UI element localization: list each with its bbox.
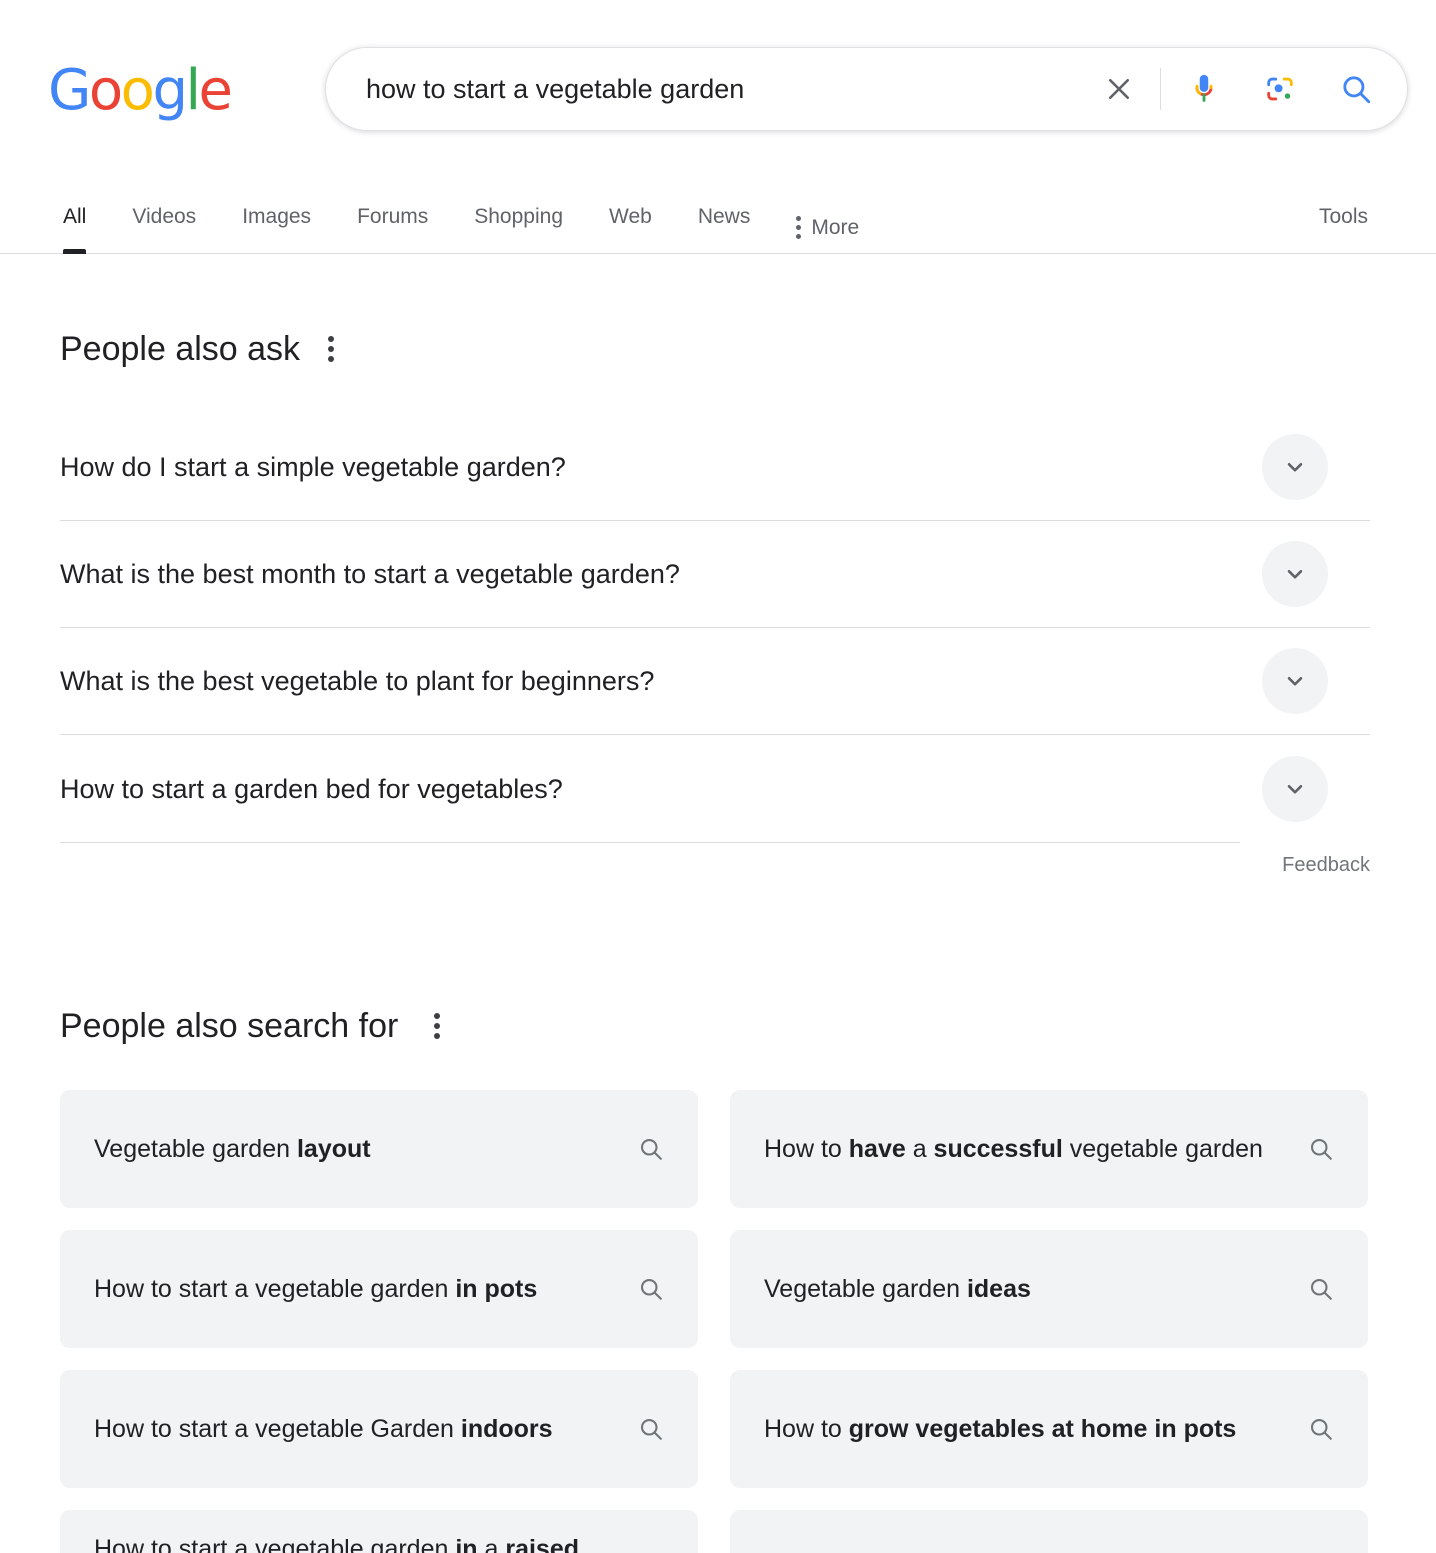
more-filters-label: More (811, 215, 860, 239)
main-content: People also ask How do I start a simple … (0, 328, 1436, 1553)
related-search-label: 3 types of vegetable gardening (764, 1550, 1304, 1553)
people-also-search-for-section: People also search for Vegetable garden … (60, 1005, 1436, 1553)
tab-videos[interactable]: Videos (109, 178, 219, 253)
related-search-chip[interactable]: How to start a vegetable Garden indoors (60, 1370, 698, 1488)
search-icon (1304, 1412, 1338, 1446)
more-vert-icon[interactable] (434, 1013, 441, 1039)
related-search-label: How to grow vegetables at home in pots (764, 1414, 1237, 1443)
tab-forums[interactable]: Forums (334, 178, 451, 253)
more-vert-icon[interactable] (328, 336, 335, 362)
people-also-ask-title: People also ask (60, 330, 301, 368)
tab-web[interactable]: Web (586, 178, 675, 253)
chevron-down-icon[interactable] (1262, 755, 1328, 822)
tools-button[interactable]: Tools (1319, 205, 1368, 229)
microphone-icon[interactable] (1179, 64, 1229, 114)
related-search-chip[interactable]: How to start a vegetable garden in pots (60, 1230, 698, 1348)
search-icon (634, 1272, 668, 1306)
related-search-label: How to have a successful vegetable garde… (764, 1134, 1263, 1163)
paa-question-row[interactable]: How do I start a simple vegetable garden… (60, 414, 1370, 521)
more-filters-button[interactable]: More (773, 178, 882, 253)
related-search-chip[interactable]: Vegetable garden ideas (730, 1230, 1368, 1348)
people-also-search-for-header: People also search for (60, 1005, 1436, 1047)
tab-all[interactable]: All (40, 178, 109, 254)
related-search-chip[interactable]: Vegetable garden layout (60, 1090, 698, 1208)
people-also-ask-header: People also ask (60, 328, 1370, 370)
search-input[interactable] (366, 72, 1096, 106)
search-tabs-nav: All Videos Images Forums Shopping Web Ne… (0, 178, 1436, 254)
google-lens-icon[interactable] (1255, 64, 1305, 114)
paa-question-text: How to start a garden bed for vegetables… (60, 773, 563, 804)
chevron-down-icon[interactable] (1262, 434, 1328, 500)
paa-question-row[interactable]: How to start a garden bed for vegetables… (60, 735, 1370, 842)
paa-question-text: How do I start a simple vegetable garden… (60, 452, 566, 482)
search-icon (1304, 1132, 1338, 1166)
google-logo[interactable]: Google (48, 61, 233, 121)
related-search-chip[interactable]: How to start a vegetable garden in a rai… (60, 1510, 698, 1553)
related-search-chip[interactable]: How to have a successful vegetable garde… (730, 1090, 1368, 1208)
related-search-label: How to start a vegetable garden in pots (94, 1274, 538, 1303)
paa-question-text: What is the best vegetable to plant for … (60, 666, 655, 696)
search-icon[interactable] (1331, 64, 1381, 114)
related-search-label: How to start a vegetable garden in a rai… (94, 1535, 580, 1553)
paa-question-row[interactable]: What is the best month to start a vegeta… (60, 521, 1370, 628)
chevron-down-icon[interactable] (1262, 648, 1328, 714)
search-icon (1304, 1272, 1338, 1306)
page-header: Google (0, 0, 1436, 178)
paa-question-text: What is the best month to start a vegeta… (60, 559, 680, 589)
divider (60, 842, 1240, 843)
related-search-chip[interactable]: How to grow vegetables at home in pots (730, 1370, 1368, 1488)
people-also-ask-section: People also ask How do I start a simple … (60, 328, 1370, 888)
tab-news[interactable]: News (675, 178, 774, 253)
people-also-search-for-title: People also search for (60, 1007, 399, 1045)
people-also-ask-list: How do I start a simple vegetable garden… (60, 414, 1370, 842)
related-search-chip-grid: Vegetable garden layout How to have a su… (60, 1090, 1368, 1553)
search-icon (634, 1132, 668, 1166)
related-search-label: Vegetable garden layout (94, 1134, 371, 1163)
feedback-link[interactable]: Feedback (1282, 852, 1370, 878)
search-box[interactable] (325, 47, 1408, 131)
close-icon[interactable] (1096, 66, 1142, 112)
people-also-ask-footer: Feedback (60, 842, 1370, 888)
search-icon (634, 1412, 668, 1446)
paa-question-row[interactable]: What is the best vegetable to plant for … (60, 628, 1370, 735)
related-search-chip[interactable]: 3 types of vegetable gardening (730, 1510, 1368, 1553)
related-search-label: How to start a vegetable Garden indoors (94, 1414, 553, 1443)
search-divider (1160, 68, 1161, 110)
related-search-label: Vegetable garden ideas (764, 1274, 1031, 1303)
tab-images[interactable]: Images (219, 178, 334, 253)
more-vert-icon (796, 216, 802, 239)
chevron-down-icon[interactable] (1262, 541, 1328, 607)
tab-shopping[interactable]: Shopping (451, 178, 586, 253)
